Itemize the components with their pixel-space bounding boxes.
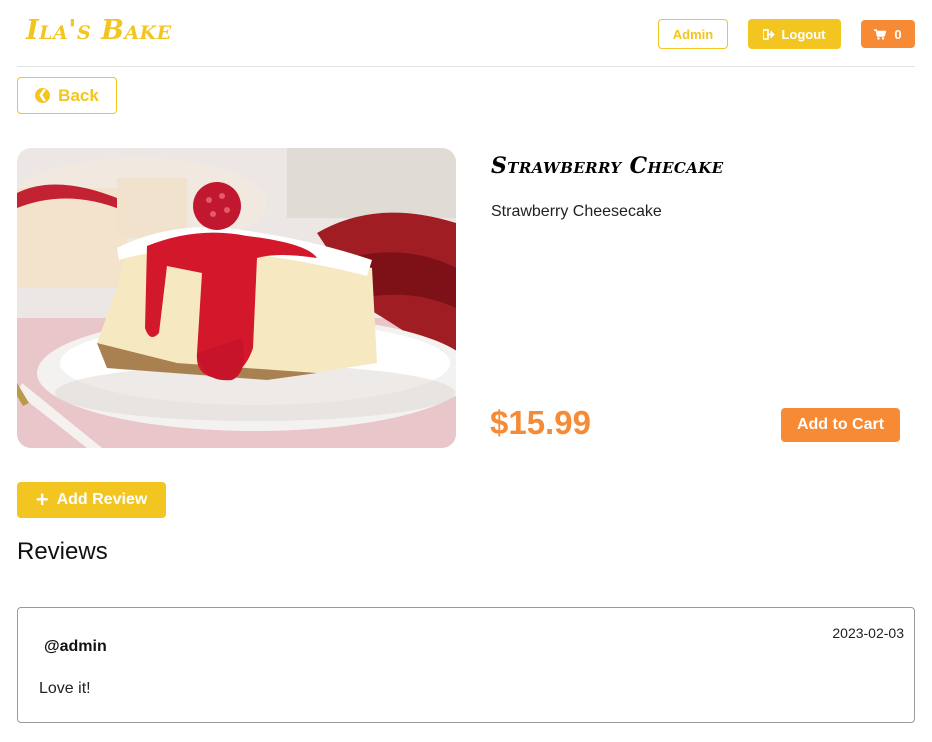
review-card: @admin 2023-02-03 Love it! — [17, 607, 915, 723]
cart-button[interactable]: 0 — [861, 20, 915, 48]
cart-icon — [874, 28, 887, 40]
add-review-button[interactable]: + Add Review — [17, 482, 166, 518]
review-user: @admin — [44, 638, 107, 655]
sign-out-icon — [763, 28, 776, 40]
product-image — [17, 148, 456, 448]
review-text: Love it! — [39, 680, 91, 697]
add-review-label: Add Review — [56, 491, 148, 508]
product-description: Strawberry Cheesecake — [491, 203, 662, 220]
review-date: 2023-02-03 — [832, 625, 904, 641]
product-price: $15.99 — [490, 404, 591, 441]
add-to-cart-button[interactable]: Add to Cart — [781, 408, 900, 442]
back-label: Back — [58, 85, 99, 105]
brand-logo[interactable]: Ila's Bake — [26, 15, 172, 46]
reviews-heading: Reviews — [17, 538, 108, 565]
back-button[interactable]: ❮ Back — [17, 77, 117, 114]
product-title: Strawberry Checake — [491, 153, 724, 179]
cart-count: 0 — [894, 26, 902, 42]
admin-button[interactable]: Admin — [658, 19, 728, 49]
navbar: Ila's Bake Admin Logout 0 — [17, 0, 915, 67]
arrow-circle-left-icon: ❮ — [35, 88, 51, 103]
logout-button[interactable]: Logout — [748, 19, 841, 49]
plus-icon: + — [35, 487, 49, 512]
logout-label: Logout — [781, 26, 826, 42]
